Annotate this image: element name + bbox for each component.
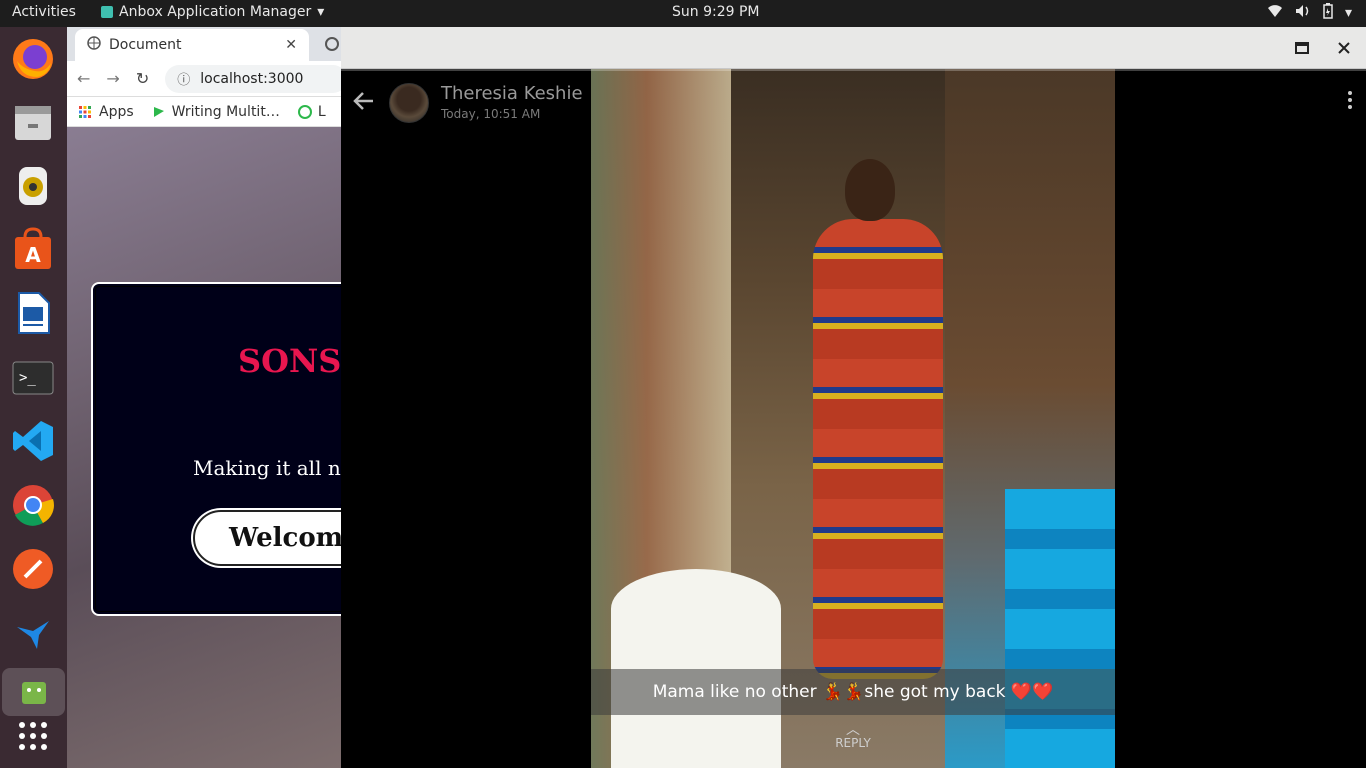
story-timestamp: Today, 10:51 AM	[441, 107, 541, 121]
reload-icon[interactable]: ↻	[136, 69, 149, 88]
tab-title: Document	[109, 37, 182, 53]
dress	[813, 219, 943, 679]
app-grid-icon[interactable]	[9, 712, 57, 760]
welcome-button[interactable]: Welcome	[193, 510, 357, 566]
head	[845, 159, 895, 221]
chrome-icon[interactable]	[9, 481, 57, 529]
url-field[interactable]: ⓘ localhost:3000	[165, 64, 347, 93]
web-page: SONSM Making it all ne Welcome	[67, 127, 357, 768]
browser-window: Document ✕ ← → ↻ ⓘ localhost:3000 Apps W…	[67, 27, 357, 768]
app-menu[interactable]: Anbox Application Manager ▾	[101, 4, 324, 20]
bookmark-third-label: L	[317, 103, 326, 120]
chevron-down-icon: ▾	[1344, 5, 1352, 21]
system-tray[interactable]: ▾	[1267, 3, 1352, 23]
tagline: Making it all ne	[193, 456, 353, 480]
bookmark-site-icon	[153, 106, 164, 117]
tab-strip: Document ✕	[67, 27, 357, 61]
maximize-icon[interactable]	[1291, 38, 1313, 58]
bookmark-site-icon	[297, 104, 312, 119]
top-bar: Activities Anbox Application Manager ▾ S…	[0, 0, 1366, 27]
globe-icon[interactable]	[325, 37, 339, 51]
activities-button[interactable]: Activities	[12, 4, 76, 20]
terminal-icon[interactable]: >_	[9, 354, 57, 402]
window-titlebar	[341, 27, 1366, 69]
wifi-icon	[1267, 4, 1283, 22]
vscode-icon[interactable]	[9, 417, 57, 465]
bookmarks-bar: Apps Writing Multit… L	[67, 97, 357, 127]
clock[interactable]: Sun 9:29 PM	[672, 4, 760, 20]
avatar[interactable]	[389, 83, 429, 123]
bookmark-third[interactable]: L	[297, 103, 326, 120]
bookmark-writing-label: Writing Multit…	[171, 103, 280, 120]
story-progress-bar	[341, 69, 1366, 71]
volume-icon	[1295, 4, 1311, 22]
firefox-icon[interactable]	[9, 35, 57, 83]
chevron-up-icon: ︿	[846, 722, 860, 738]
back-arrow-icon[interactable]	[353, 89, 375, 117]
writer-icon[interactable]	[9, 289, 57, 337]
svg-text:A: A	[25, 243, 41, 267]
back-icon[interactable]: ←	[77, 69, 90, 88]
globe-icon	[87, 36, 101, 54]
rhythmbox-icon[interactable]	[9, 161, 57, 209]
brand-title: SONSM	[238, 342, 357, 380]
software-center-icon[interactable]: A	[9, 225, 57, 273]
postman-icon[interactable]	[9, 545, 57, 593]
close-icon[interactable]	[1333, 38, 1355, 58]
reply-label: REPLY	[835, 736, 871, 750]
files-icon[interactable]	[9, 98, 57, 146]
bird-app-icon[interactable]	[9, 609, 57, 657]
apps-grid-icon	[79, 105, 91, 118]
close-icon[interactable]: ✕	[285, 37, 297, 53]
app-menu-label: Anbox Application Manager	[119, 4, 312, 20]
story-caption: Mama like no other 💃💃she got my back ❤️❤…	[591, 669, 1115, 715]
bookmark-writing[interactable]: Writing Multit…	[152, 104, 280, 120]
anbox-icon[interactable]	[2, 668, 65, 716]
bookmark-apps[interactable]: Apps	[79, 104, 134, 120]
url-text: localhost:3000	[200, 70, 304, 87]
story-header: Theresia Keshie Today, 10:51 AM	[341, 69, 1366, 129]
dock: A >_	[0, 27, 67, 768]
svg-text:>_: >_	[19, 370, 36, 386]
story-image[interactable]: Mama like no other 💃💃she got my back ❤️❤…	[591, 69, 1115, 768]
anbox-window: Mama like no other 💃💃she got my back ❤️❤…	[341, 27, 1366, 768]
battery-icon	[1323, 3, 1333, 23]
chevron-down-icon: ▾	[317, 4, 325, 20]
bookmark-apps-label: Apps	[99, 103, 134, 120]
woman-figure	[803, 159, 953, 679]
reply-button[interactable]: ︿ REPLY	[591, 722, 1115, 750]
address-bar: ← → ↻ ⓘ localhost:3000	[67, 61, 357, 97]
info-icon: ⓘ	[177, 73, 191, 88]
more-vert-icon[interactable]	[1348, 91, 1352, 109]
hero-card: SONSM Making it all ne Welcome	[91, 282, 357, 616]
tab-document[interactable]: Document ✕	[75, 29, 309, 61]
anbox-app-icon	[101, 6, 113, 18]
sender-name: Theresia Keshie	[441, 83, 583, 104]
forward-icon[interactable]: →	[106, 69, 119, 88]
